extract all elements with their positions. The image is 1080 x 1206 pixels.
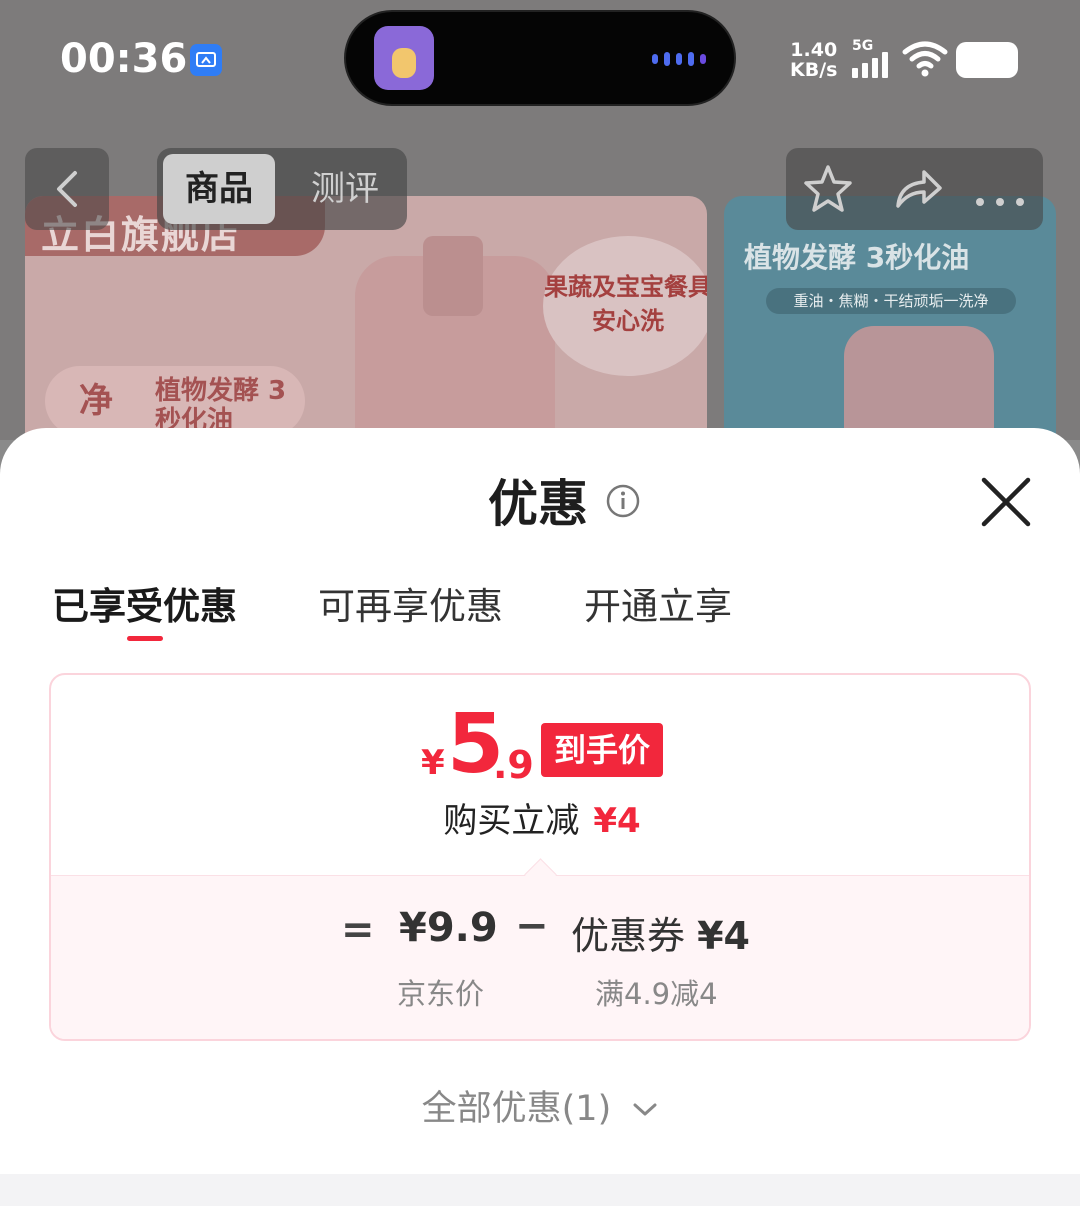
instant-discount-amount: ¥4: [593, 801, 641, 841]
instant-discount-label: 购买立减: [443, 801, 580, 841]
price-currency: ¥: [421, 743, 445, 783]
instant-discount: 购买立减 ¥4: [51, 793, 1029, 842]
final-price-badge: 到手价: [541, 723, 663, 777]
close-button[interactable]: [978, 474, 1034, 530]
status-bar: 00:36 1.40 KB/s 5G: [0, 0, 1080, 110]
nav-actions: [786, 148, 1043, 230]
info-icon[interactable]: [606, 484, 640, 518]
price-breakdown-card: ¥ 5 .9 到手价 购买立减 ¥4 = ¥9.9 − 优惠券 ¥4 京东价 满4…: [49, 673, 1031, 1041]
back-icon: [57, 171, 77, 207]
final-price: ¥ 5 .9 到手价: [51, 703, 1029, 787]
bottom-divider: [0, 1174, 1080, 1206]
all-offers-label: 全部优惠(1): [421, 1089, 612, 1129]
more-button[interactable]: [972, 162, 1028, 216]
app-avatar-icon: [374, 26, 434, 90]
tab-review[interactable]: 测评: [295, 154, 395, 224]
pump-image: [423, 236, 483, 316]
star-icon: [804, 165, 852, 212]
equals-sign: =: [341, 907, 375, 953]
tab-enjoyed-discounts[interactable]: 已享受优惠: [52, 576, 237, 630]
chevron-down-icon: [633, 1103, 657, 1116]
product-feature-pill: 净 植物发酵 3秒化油: [45, 366, 305, 436]
battery-icon: [956, 42, 1018, 78]
all-offers-toggle[interactable]: 全部优惠(1): [0, 1080, 1080, 1131]
breakdown-section: [51, 875, 1029, 1039]
coupon-value: 优惠券 ¥4: [571, 905, 750, 960]
product-badge: 果蔬及宝宝餐具 安心洗: [543, 236, 707, 376]
signal-icon: 5G: [852, 38, 894, 78]
page-tabs: 商品 测评: [157, 148, 407, 230]
more-icon: [976, 198, 1024, 206]
screen-cast-icon: [190, 44, 222, 76]
bottle-image-2: [844, 326, 994, 440]
coupon-label: 优惠券: [571, 914, 686, 958]
sheet-title: 优惠: [488, 475, 588, 533]
share-icon: [896, 170, 942, 208]
jd-price-caption: 京东价: [397, 977, 485, 1011]
tab-activate-discounts[interactable]: 开通立享: [584, 576, 732, 630]
coupon-amount: ¥4: [697, 914, 750, 958]
price-decimal: .9: [493, 743, 534, 787]
audio-wave-icon: [652, 52, 706, 66]
product2-title: 植物发酵 3秒化油: [744, 241, 970, 274]
dynamic-island[interactable]: [344, 10, 736, 106]
active-tab-indicator: [127, 636, 163, 641]
back-button[interactable]: [25, 148, 109, 230]
wifi-icon: [902, 40, 948, 82]
coupon-caption: 满4.9减4: [595, 977, 718, 1011]
discount-sheet: 优惠 已享受优惠 可再享优惠 开通立享 ¥ 5 .9 到手价 购买立减 ¥4 = …: [0, 428, 1080, 1206]
minus-sign: −: [515, 903, 549, 949]
network-speed-value: 1.40: [790, 39, 838, 61]
favorite-button[interactable]: [800, 162, 856, 216]
tab-more-discounts[interactable]: 可再享优惠: [318, 576, 503, 630]
tab-goods[interactable]: 商品: [163, 154, 275, 224]
network-speed-unit: KB/s: [790, 59, 838, 81]
product-image-secondary: 植物发酵 3秒化油 重油・焦糊・干结顽垢一洗净: [724, 196, 1056, 440]
product2-subtitle: 重油・焦糊・干结顽垢一洗净: [766, 288, 1016, 314]
close-icon: [981, 477, 1031, 527]
jd-price-value: ¥9.9: [399, 905, 498, 951]
feature-pill-icon-text: 净: [79, 381, 113, 421]
product-image-main: 立白旗舰店 果蔬及宝宝餐具 安心洗 净 植物发酵 3秒化油: [25, 196, 707, 440]
feature-pill-text: 植物发酵 3秒化油: [155, 376, 287, 436]
share-button[interactable]: [890, 162, 946, 216]
network-speed: 1.40 KB/s: [790, 40, 837, 80]
status-time: 00:36: [60, 36, 188, 82]
